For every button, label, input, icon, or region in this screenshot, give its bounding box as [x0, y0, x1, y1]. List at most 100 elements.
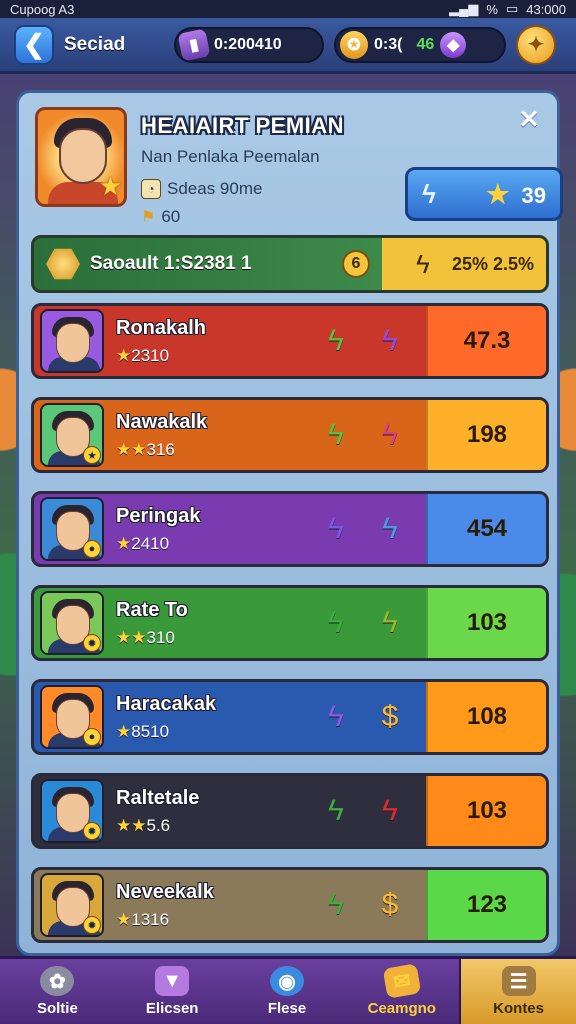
row-rating: ★2410	[116, 533, 170, 553]
leaderboard-row[interactable]: ✹ Raltetale ★★5.6 ϟ ϟ 103	[31, 773, 549, 849]
battery-icon: ▭	[505, 1, 519, 16]
player-score-button[interactable]: ϟ ★ 39	[405, 167, 563, 221]
currency-pill-gold[interactable]: ✪ 0:3( 46 ◆	[334, 26, 506, 63]
nav-item-elicsen[interactable]: ▼ Elicsen	[115, 959, 230, 1024]
nav-label: Elicsen	[145, 1000, 199, 1017]
coin-button[interactable]: ✦	[516, 24, 556, 65]
bolt-icon: ϟ	[382, 512, 398, 545]
avatar: ✹	[40, 591, 104, 655]
avatar: ●	[40, 497, 104, 561]
coin-icon: ✦	[527, 34, 545, 56]
leaderboard-list: Ronakalh ★2310 ϟ ϟ 47.3 ★ Nawakalk ★★316 ϟ…	[31, 303, 549, 961]
currency-2a-value: 0:3(	[374, 35, 403, 53]
nav-item-soltie[interactable]: ✿ Soltie	[0, 959, 115, 1024]
row-value: 47.3	[426, 306, 546, 376]
leaderboard-row[interactable]: ● Peringak ★2410 ϟ ϟ 454	[31, 491, 549, 567]
gear-badge-icon: ✹	[83, 634, 101, 652]
leaderboard-row[interactable]: ✹ Rate To ★★310 ϟ ϟ 103	[31, 585, 549, 661]
star-badge-icon: ★	[98, 171, 122, 201]
season-bar[interactable]: Saoault 1:S2381 1 6 ϟ 25% 2.5%	[31, 235, 549, 293]
currency-pill-energy[interactable]: ▮ 0:200410	[174, 26, 324, 63]
bolt-icon: ϟ	[328, 700, 344, 733]
nav-label: Flese	[267, 1000, 307, 1017]
screen-title: Seciad	[64, 33, 126, 55]
bolt-icon: ϟ	[328, 512, 344, 545]
back-button[interactable]: ❮	[14, 24, 54, 65]
gear-badge-icon: ✹	[83, 822, 101, 840]
row-rating: ★1316	[116, 909, 170, 929]
row-rating: ★★310	[116, 627, 175, 647]
bolt-icon: ϟ	[382, 794, 398, 827]
leaderboard-panel: ✕ ★ HEAIAIRT PEMIAN Nan Penlaka Peemalan…	[16, 90, 563, 956]
bolt-icon: ϟ	[328, 418, 344, 451]
leaderboard-row[interactable]: ● Haracakak ★8510 ϟ $ 108	[31, 679, 549, 755]
row-value: 123	[426, 870, 546, 940]
player-stat-1: ◔ Sdeas 90me	[141, 179, 262, 199]
settings-icon: ✿	[40, 966, 75, 996]
player-stat-2-text: 60	[161, 207, 181, 226]
box-icon: ☰	[501, 966, 536, 996]
bolt-icon: ϟ	[416, 248, 430, 279]
player-name: HEAIAIRT PEMIAN	[141, 113, 345, 138]
status-bar: Cupoog A3 ▂▄▆ % ▭ 43:000	[0, 0, 576, 18]
leaderboard-row[interactable]: ★ Nawakalk ★★316 ϟ ϟ 198	[31, 397, 549, 473]
nav-item-ceamgno[interactable]: ✉ Ceamgno	[344, 959, 459, 1024]
row-name: Nawakalk	[116, 410, 208, 433]
status-time: 43:000	[526, 1, 566, 17]
bolt-icon: ϟ	[328, 888, 344, 921]
row-name: Raltetale	[116, 786, 200, 809]
nav-label: Kontes	[493, 1000, 544, 1017]
avatar: ✹	[40, 779, 104, 843]
nav-label: Ceamgno	[367, 1000, 436, 1017]
avatar	[40, 309, 104, 373]
avatar: ★	[40, 403, 104, 467]
status-right: ▂▄▆ % ▭ 43:000	[449, 1, 566, 17]
bolt-icon: ϟ	[422, 178, 436, 209]
player-card: ★ HEAIAIRT PEMIAN Nan Penlaka Peemalan ◔…	[33, 105, 563, 227]
card-icon: ▮	[177, 27, 211, 62]
row-value: 108	[426, 682, 546, 752]
cup-icon: ▼	[155, 966, 190, 996]
player-subtitle: Nan Penlaka Peemalan	[141, 147, 320, 166]
nav-label: Soltie	[36, 1000, 78, 1017]
water-drop-icon: ◉	[269, 966, 304, 996]
gem-icon: ◆	[440, 31, 467, 58]
coin-badge-icon: ●	[83, 728, 101, 746]
bottom-nav: ✿ Soltie ▼ Elicsen ◉ Flese ✉ Ceamgno ☰ K…	[0, 956, 576, 1024]
coin-badge-icon: ●	[83, 540, 101, 558]
status-carrier: Cupoog A3	[10, 1, 75, 17]
clock-icon: ◔	[141, 179, 161, 199]
flag-icon: ⚑	[141, 209, 156, 226]
avatar: ●	[40, 685, 104, 749]
star-icon: ★	[486, 178, 510, 209]
row-name: Ronakalh	[116, 316, 207, 339]
ticket-icon: ✉	[382, 963, 422, 999]
row-name: Haracakak	[116, 692, 217, 715]
dollar-bolt-icon: $	[381, 700, 399, 733]
top-bar: ❮ Seciad ▮ 0:200410 ✪ 0:3( 46 ◆ ✦	[0, 18, 576, 74]
arrow-left-icon: ❮	[23, 29, 45, 59]
bolt-icon: ϟ	[328, 794, 344, 827]
row-rating: ★★5.6	[116, 815, 171, 835]
row-rating: ★8510	[116, 721, 170, 741]
leaderboard-row[interactable]: ✹ Neveekalk ★1316 ϟ $ 123	[31, 867, 549, 943]
player-stat-2: ⚑ 60	[141, 207, 180, 227]
season-percent: 25% 2.5%	[451, 253, 534, 274]
nav-item-flese[interactable]: ◉ Flese	[230, 959, 345, 1024]
currency-2b-value: 46	[416, 35, 435, 53]
shield-icon	[46, 248, 80, 280]
bolt-icon: ϟ	[328, 324, 344, 357]
row-rating: ★2310	[116, 345, 170, 365]
status-signal: %	[486, 1, 498, 17]
nav-item-kontes[interactable]: ☰ Kontes	[459, 959, 576, 1024]
medal-icon: ✪	[340, 30, 368, 59]
leaderboard-row[interactable]: Ronakalh ★2310 ϟ ϟ 47.3	[31, 303, 549, 379]
row-name: Peringak	[116, 504, 201, 527]
season-label: Saoault 1:S2381 1	[90, 253, 252, 274]
player-score: 39	[521, 182, 546, 208]
row-value: 454	[426, 494, 546, 564]
season-coin: 6	[342, 250, 370, 278]
signal-icon: ▂▄▆	[449, 1, 479, 16]
star-badge-icon: ★	[83, 446, 101, 464]
gear-badge-icon: ✹	[83, 916, 101, 934]
